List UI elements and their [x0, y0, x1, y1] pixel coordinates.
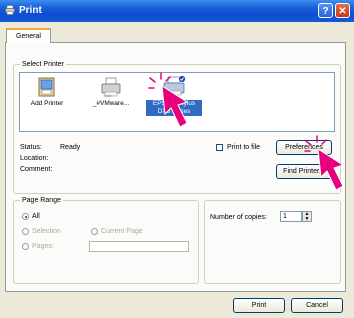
- print-to-file-checkbox[interactable]: [216, 144, 223, 151]
- location-label: Location:: [20, 155, 49, 162]
- radio-selection[interactable]: [22, 228, 29, 235]
- window-title: Print: [19, 5, 42, 16]
- radio-pages-label: Pages:: [32, 243, 54, 250]
- printer-icon: [5, 5, 15, 15]
- select-printer-label: Select Printer: [20, 60, 67, 69]
- add-printer-icon: [38, 77, 55, 97]
- copies-spinner[interactable]: ▲ ▼: [302, 211, 312, 222]
- print-to-file-label: Print to file: [227, 144, 261, 151]
- printer-icon: [101, 77, 121, 98]
- close-button[interactable]: ✕: [335, 3, 350, 18]
- status-value: Ready: [60, 144, 81, 151]
- pages-input[interactable]: [89, 241, 189, 252]
- copies-label: Number of copies:: [210, 214, 267, 221]
- radio-all-label: All: [32, 213, 40, 220]
- click-cursor-icon: [148, 72, 189, 128]
- print-dialog: Print ? ✕ General Select Printer Add Pri…: [0, 0, 354, 318]
- vmware-printer-label: _#VMware...: [92, 100, 130, 107]
- radio-pages[interactable]: [22, 243, 29, 250]
- copies-input[interactable]: 1: [280, 211, 302, 222]
- help-button[interactable]: ?: [318, 3, 333, 18]
- page-range-label: Page Range: [20, 196, 63, 205]
- cancel-button[interactable]: Cancel: [291, 298, 343, 313]
- title-bar[interactable]: Print ? ✕: [0, 0, 354, 22]
- comment-label: Comment:: [20, 166, 53, 173]
- radio-all[interactable]: [22, 213, 29, 220]
- add-printer-label: Add Printer: [30, 100, 64, 107]
- tab-general[interactable]: General: [6, 28, 51, 43]
- print-button[interactable]: Print: [233, 298, 285, 313]
- radio-selection-label: Selection: [32, 228, 61, 235]
- printer-item-vmware[interactable]: _#VMware...: [86, 76, 136, 107]
- status-label: Status:: [20, 144, 42, 151]
- radio-current-page[interactable]: [91, 228, 98, 235]
- printer-item-add-printer[interactable]: Add Printer: [22, 76, 72, 107]
- radio-current-page-label: Current Page: [101, 228, 143, 235]
- click-cursor-icon: [304, 135, 345, 191]
